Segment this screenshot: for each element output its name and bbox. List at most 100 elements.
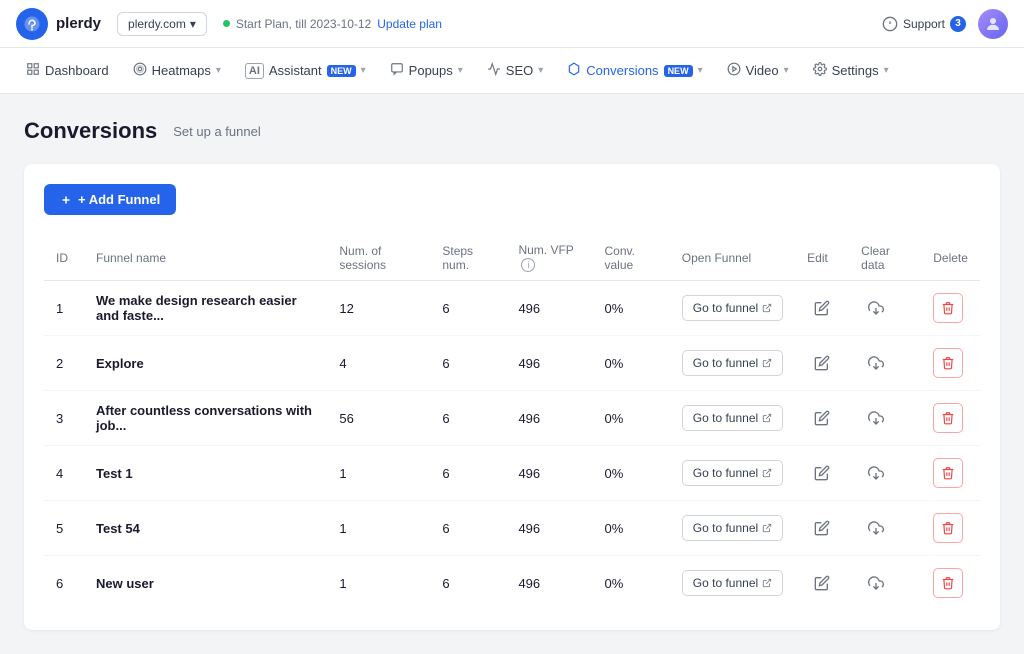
edit-button[interactable] [807,568,837,598]
nav-video-label: Video [746,63,779,78]
edit-button[interactable] [807,348,837,378]
cell-open: Go to funnel [670,336,795,391]
cell-clear [849,336,921,391]
page-header: Conversions Set up a funnel [24,118,1000,144]
page-title: Conversions [24,118,157,144]
col-clear: Clear data [849,235,921,281]
go-to-funnel-button[interactable]: Go to funnel [682,515,783,541]
cell-steps: 6 [430,336,506,391]
clear-data-button[interactable] [861,348,891,378]
clear-data-button[interactable] [861,293,891,323]
cell-vfp: 496 [506,446,592,501]
cell-clear [849,501,921,556]
plan-info: Start Plan, till 2023-10-12 Update plan [223,17,442,31]
cell-clear [849,446,921,501]
topbar: plerdy plerdy.com ▾ Start Plan, till 202… [0,0,1024,48]
edit-button[interactable] [807,403,837,433]
vfp-info-icon[interactable]: i [521,258,535,272]
clear-data-button[interactable] [861,513,891,543]
page-subtitle: Set up a funnel [173,124,260,139]
cell-name: Explore [84,336,327,391]
go-to-funnel-button[interactable]: Go to funnel [682,350,783,376]
support-button[interactable]: Support 3 [882,16,966,32]
update-plan-link[interactable]: Update plan [377,17,442,31]
avatar[interactable] [978,9,1008,39]
nav-item-settings[interactable]: Settings ▾ [803,56,899,85]
nav-assistant-label: Assistant [269,63,322,78]
edit-button[interactable] [807,293,837,323]
cell-delete [921,446,980,501]
cell-id: 5 [44,501,84,556]
delete-button[interactable] [933,568,963,598]
settings-icon [813,62,827,79]
table-row: 6 New user 1 6 496 0% Go to funnel [44,556,980,611]
nav-item-conversions[interactable]: Conversions NEW ▾ [557,56,712,85]
cell-open: Go to funnel [670,391,795,446]
video-icon [727,62,741,79]
cell-open: Go to funnel [670,281,795,336]
cell-vfp: 496 [506,336,592,391]
clear-data-button[interactable] [861,568,891,598]
cell-sessions: 4 [327,336,430,391]
video-chevron-icon: ▾ [784,65,789,76]
logo[interactable]: plerdy [16,8,101,40]
cell-id: 6 [44,556,84,611]
popups-icon [390,62,404,79]
seo-icon [487,62,501,79]
cell-name: We make design research easier and faste… [84,281,327,336]
delete-button[interactable] [933,293,963,323]
popups-chevron-icon: ▾ [458,65,463,76]
col-id: ID [44,235,84,281]
nav-item-popups[interactable]: Popups ▾ [380,56,473,85]
delete-button[interactable] [933,403,963,433]
table-row: 4 Test 1 1 6 496 0% Go to funnel [44,446,980,501]
conversions-icon [567,62,581,79]
assistant-new-badge: NEW [327,65,356,77]
go-to-funnel-button[interactable]: Go to funnel [682,405,783,431]
go-to-funnel-button[interactable]: Go to funnel [682,570,783,596]
nav-item-heatmaps[interactable]: Heatmaps ▾ [123,56,231,85]
clear-data-button[interactable] [861,403,891,433]
col-open: Open Funnel [670,235,795,281]
cell-id: 3 [44,391,84,446]
conversions-card: + Add Funnel ID Funnel name Num. of sess… [24,164,1000,630]
go-to-funnel-button[interactable]: Go to funnel [682,460,783,486]
cell-vfp: 496 [506,281,592,336]
nav-item-assistant[interactable]: AI Assistant NEW ▾ [235,57,376,85]
site-selector[interactable]: plerdy.com ▾ [117,12,207,36]
col-name: Funnel name [84,235,327,281]
page-content: Conversions Set up a funnel + Add Funnel… [0,94,1024,654]
cell-edit [795,556,849,611]
edit-button[interactable] [807,458,837,488]
cell-vfp: 496 [506,556,592,611]
nav-item-dashboard[interactable]: Dashboard [16,56,119,85]
plan-text: Start Plan, till 2023-10-12 [236,17,371,31]
cell-steps: 6 [430,556,506,611]
cell-edit [795,446,849,501]
delete-button[interactable] [933,348,963,378]
nav-seo-label: SEO [506,63,533,78]
col-sessions: Num. of sessions [327,235,430,281]
support-badge: 3 [950,16,966,32]
add-funnel-button[interactable]: + Add Funnel [44,184,176,215]
cell-delete [921,336,980,391]
delete-button[interactable] [933,458,963,488]
clear-data-button[interactable] [861,458,891,488]
navbar: Dashboard Heatmaps ▾ AI Assistant NEW ▾ … [0,48,1024,94]
edit-button[interactable] [807,513,837,543]
nav-item-video[interactable]: Video ▾ [717,56,799,85]
col-conv: Conv. value [592,235,669,281]
nav-item-seo[interactable]: SEO ▾ [477,56,554,85]
cell-sessions: 1 [327,501,430,556]
heatmaps-icon [133,62,147,79]
cell-sessions: 1 [327,556,430,611]
cell-clear [849,556,921,611]
cell-open: Go to funnel [670,556,795,611]
go-to-funnel-button[interactable]: Go to funnel [682,295,783,321]
cell-delete [921,281,980,336]
delete-button[interactable] [933,513,963,543]
cell-clear [849,391,921,446]
cell-sessions: 56 [327,391,430,446]
logo-icon [16,8,48,40]
support-label: Support [903,17,945,31]
